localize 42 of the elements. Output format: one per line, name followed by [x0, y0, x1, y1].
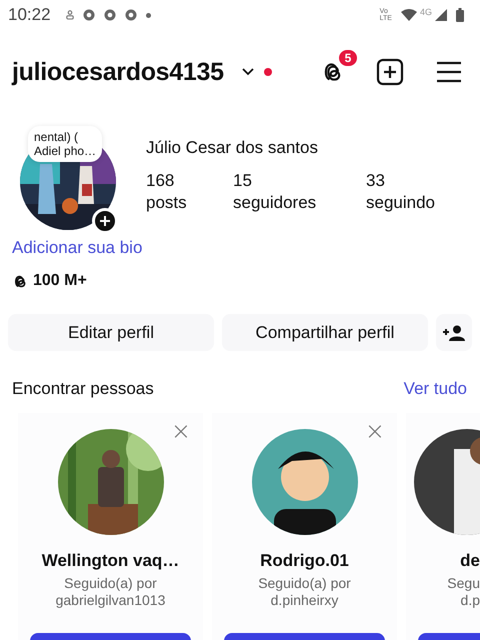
profile-action-button[interactable]: Editar perfil — [8, 314, 214, 351]
chevron-down-icon[interactable] — [242, 68, 254, 76]
signal-icon — [435, 9, 447, 21]
browser-icon — [124, 9, 137, 21]
wifi-icon — [400, 9, 417, 21]
notification-icon — [66, 10, 74, 20]
followed-by-text: Seguido(a) por d.pinheirxy — [258, 575, 351, 609]
note-bubble[interactable]: nental) ( Adiel pho… — [28, 126, 102, 162]
network-label: 4G — [420, 7, 432, 17]
add-person-icon — [443, 324, 465, 340]
note-text: Adiel pho… — [34, 144, 96, 158]
stat-value[interactable]: 33 — [366, 170, 436, 192]
suggested-user-name[interactable]: Rodrigo.01 — [260, 551, 349, 571]
full-name: Júlio Cesar dos santos — [146, 138, 319, 158]
username[interactable]: juliocesardos4135 — [12, 58, 224, 86]
dot-icon — [146, 12, 151, 18]
note-text: nental) ( — [34, 130, 80, 144]
threads-count[interactable]: 100 M+ — [33, 272, 87, 290]
status-time: 10:22 — [8, 5, 51, 25]
notification-badge: 5 — [337, 48, 359, 68]
suggested-user-name[interactable]: de — [460, 551, 480, 571]
section-title: Encontrar pessoas — [12, 379, 154, 399]
stat-label[interactable]: seguindo — [366, 192, 436, 214]
dismiss-button[interactable]: × — [364, 419, 385, 443]
discover-people-button[interactable] — [436, 314, 472, 351]
followed-by-text: Segu d.p — [447, 575, 480, 609]
add-bio-link[interactable]: Adicionar sua bio — [12, 238, 480, 258]
dismiss-button[interactable]: × — [170, 419, 191, 443]
stat-value[interactable]: 15 — [233, 170, 366, 192]
stat-label[interactable]: seguidores — [233, 192, 366, 214]
battery-icon — [456, 8, 464, 22]
suggested-user-name[interactable]: Wellington vaq… — [42, 551, 180, 571]
plus-icon — [100, 216, 110, 226]
browser-icon — [82, 9, 95, 21]
menu-icon[interactable] — [436, 61, 462, 83]
browser-icon — [104, 9, 116, 21]
stat-value[interactable]: 168 — [146, 170, 233, 192]
profile-action-button[interactable]: Compartilhar perfil — [222, 314, 428, 351]
followed-by-text: Seguido(a) por gabrielgilvan1013 — [56, 575, 166, 609]
stat-label[interactable]: posts — [146, 192, 233, 214]
see-all-link[interactable]: Ver tudo — [404, 379, 467, 399]
add-icon[interactable] — [376, 58, 404, 86]
